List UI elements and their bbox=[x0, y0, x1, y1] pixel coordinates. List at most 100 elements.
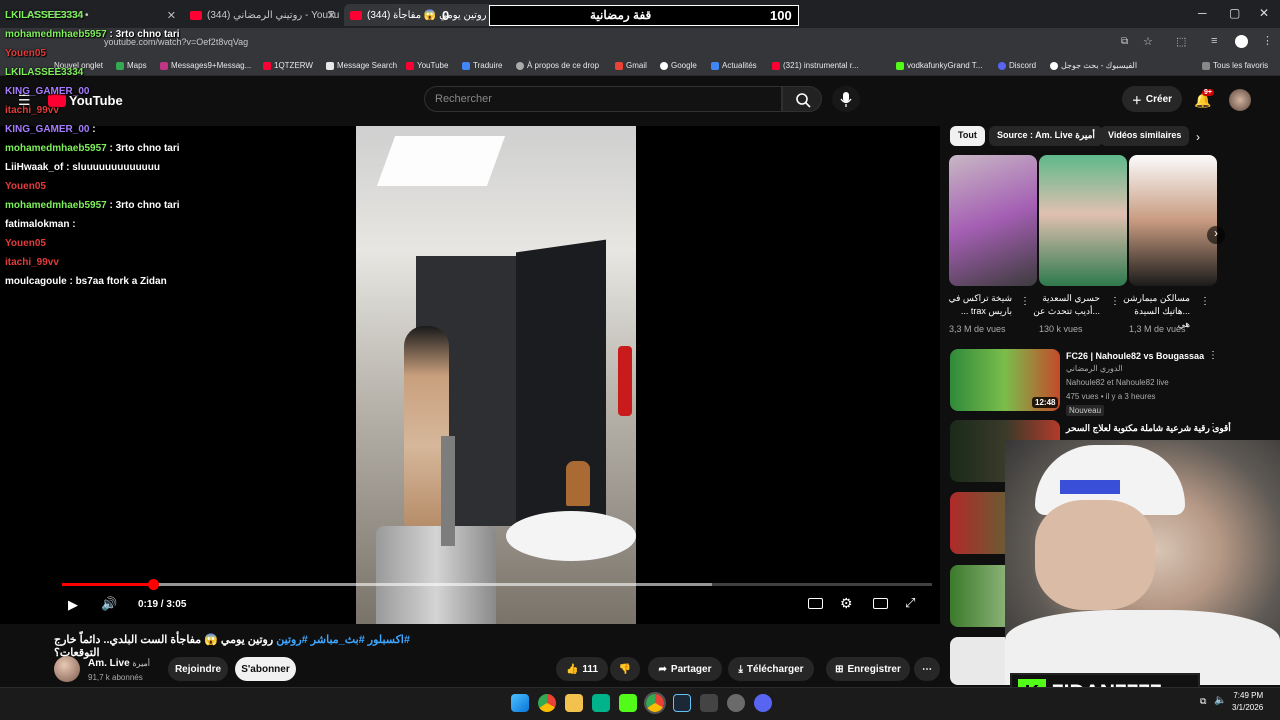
minimize-icon[interactable]: ─ bbox=[1198, 6, 1207, 20]
close-tab-icon[interactable]: ✕ bbox=[167, 9, 176, 22]
chips-next-chevron-icon[interactable]: › bbox=[1196, 130, 1200, 144]
app-icon[interactable] bbox=[592, 694, 610, 712]
short-thumbnail[interactable] bbox=[949, 155, 1037, 286]
all-bookmarks[interactable]: Tous les favoris bbox=[1202, 61, 1268, 70]
bookmark-item[interactable]: Traduire bbox=[462, 61, 503, 70]
chrome-icon[interactable] bbox=[538, 694, 556, 712]
file-explorer-icon[interactable] bbox=[565, 694, 583, 712]
related-menu-icon[interactable]: ⋮ bbox=[1208, 422, 1218, 433]
short-title[interactable]: شيخة تراكس في باريس trax ... bbox=[942, 292, 1012, 318]
start-windows-icon[interactable] bbox=[511, 694, 529, 712]
chat-username: LiiHwaak_of bbox=[5, 162, 64, 173]
related-channel[interactable]: الدوري الرمضاني bbox=[1066, 364, 1123, 373]
speaker-icon[interactable]: 🔈 bbox=[1214, 695, 1226, 706]
account-avatar[interactable] bbox=[1229, 89, 1251, 111]
bookmark-item[interactable]: YouTube bbox=[406, 61, 448, 70]
bookmark-star-icon[interactable]: ☆ bbox=[1143, 35, 1153, 48]
bookmark-item[interactable]: 1QTZERW bbox=[263, 61, 313, 70]
settings-app-icon[interactable] bbox=[727, 694, 745, 712]
short-thumbnail[interactable] bbox=[1039, 155, 1127, 286]
bookmark-item[interactable]: (321) instrumental r... bbox=[772, 61, 859, 70]
cap-band bbox=[1060, 480, 1120, 494]
bookmark-item[interactable]: Message Search bbox=[326, 61, 397, 70]
time-display: 0:19 / 3:05 bbox=[138, 599, 187, 610]
related-title[interactable]: FC26 | Nahoule82 vs Bougassaa bbox=[1066, 351, 1204, 361]
browser-tab-active[interactable]: (344) روتين يومي 😱 مفاجأة bbox=[344, 4, 494, 26]
chip-similar[interactable]: Vidéos similaires bbox=[1100, 126, 1190, 146]
face bbox=[1035, 500, 1155, 610]
discord-icon[interactable] bbox=[754, 694, 772, 712]
bookmark-item[interactable]: Discord bbox=[998, 61, 1036, 70]
more-actions-button[interactable]: ⋯ bbox=[914, 657, 940, 681]
taskbar-clock[interactable]: 7:49 PM 3/1/2026 bbox=[1232, 690, 1263, 714]
chat-message: Youen05 bbox=[5, 238, 46, 249]
share-button[interactable]: ➦ Partager bbox=[648, 657, 722, 681]
download-button[interactable]: ⤓ Télécharger bbox=[728, 657, 814, 681]
close-window-icon[interactable]: ✕ bbox=[1259, 6, 1269, 20]
fullscreen-icon[interactable]: ⤢ bbox=[905, 595, 915, 611]
related-title[interactable]: أقوى رقية شرعية شاملة مكتوبة لعلاج السحر bbox=[1066, 423, 1231, 434]
video-hashtags[interactable]: #اكسبلور #بث_مباشر #روتين bbox=[276, 634, 410, 646]
channel-avatar[interactable] bbox=[54, 656, 80, 682]
voice-search-button[interactable] bbox=[832, 86, 860, 112]
join-button[interactable]: Rejoindre bbox=[168, 657, 228, 681]
chat-username: mohamedmhaeb5957 bbox=[5, 200, 107, 211]
search-button[interactable] bbox=[782, 86, 822, 112]
channel-name[interactable]: Am. Live أميرة bbox=[88, 658, 150, 669]
chip-source[interactable]: Source : Am. Live أميرة bbox=[989, 126, 1103, 146]
chrome-active-icon[interactable] bbox=[644, 692, 666, 714]
bookmark-item[interactable]: Messages9+Messag... bbox=[160, 61, 251, 70]
play-icon[interactable]: ▶ bbox=[68, 597, 78, 613]
maximize-icon[interactable]: ▢ bbox=[1229, 6, 1240, 20]
extensions-icon[interactable]: ⬚ bbox=[1176, 35, 1186, 48]
steam-icon[interactable] bbox=[673, 694, 691, 712]
shorts-next-arrow-icon[interactable]: › bbox=[1207, 226, 1225, 244]
chip-all[interactable]: Tout bbox=[950, 126, 985, 146]
microphone-icon bbox=[840, 92, 852, 107]
related-meta: Nahoule82 et Nahoule82 live bbox=[1066, 378, 1169, 387]
bookmark-item[interactable]: الفيسبوك - بحث جوجل bbox=[1050, 61, 1137, 70]
create-button[interactable]: ＋ Créer bbox=[1122, 86, 1182, 112]
network-icon[interactable]: ⧉ bbox=[1200, 696, 1206, 707]
browser-tab[interactable]: (344) روتيني الرمضاني - YouTube ✕ bbox=[184, 4, 340, 26]
app-icon[interactable] bbox=[700, 694, 718, 712]
settings-gear-icon[interactable]: ⚙ bbox=[840, 595, 853, 612]
bookmark-item[interactable]: Gmail bbox=[615, 61, 647, 70]
save-button[interactable]: ⊞ Enregistrer bbox=[826, 657, 910, 681]
menu-lines-icon[interactable]: ≡ bbox=[1211, 35, 1217, 47]
profile-icon[interactable] bbox=[1235, 35, 1248, 48]
short-views: 1,3 M de vues bbox=[1129, 324, 1186, 334]
volume-icon[interactable]: 🔊 bbox=[101, 596, 117, 612]
short-menu-icon[interactable]: ⋮ bbox=[1200, 296, 1210, 307]
chat-message: itachi_99vv bbox=[5, 257, 59, 268]
overlay-left-number: 0 bbox=[442, 8, 450, 23]
save-playlist-icon: ⊞ bbox=[835, 663, 844, 675]
captions-icon[interactable] bbox=[808, 598, 823, 609]
bookmark-item[interactable]: À propos de ce drop bbox=[516, 61, 599, 70]
search-input[interactable]: Rechercher bbox=[424, 86, 782, 112]
open-door bbox=[516, 239, 606, 543]
dislike-button[interactable]: 👎 bbox=[610, 657, 640, 681]
close-tab-icon[interactable]: ✕ bbox=[327, 9, 336, 22]
short-menu-icon[interactable]: ⋮ bbox=[1020, 296, 1030, 307]
short-title[interactable]: حسري السعدية ...أديب تتحدث عن bbox=[1030, 292, 1100, 318]
metal-pot bbox=[376, 526, 496, 624]
short-thumbnail[interactable] bbox=[1129, 155, 1217, 286]
related-menu-icon[interactable]: ⋮ bbox=[1208, 350, 1218, 361]
theater-mode-icon[interactable] bbox=[873, 598, 888, 609]
bookmark-item[interactable]: Google bbox=[660, 61, 697, 70]
video-frame[interactable] bbox=[356, 126, 636, 624]
bookmark-item[interactable]: vodkafunkyGrand T... bbox=[896, 61, 982, 70]
share-arrow-icon: ➦ bbox=[658, 663, 667, 675]
kick-app-icon[interactable] bbox=[619, 694, 637, 712]
subscribe-button[interactable]: S'abonner bbox=[235, 657, 296, 681]
cast-icon[interactable]: ⧉ bbox=[1121, 36, 1128, 47]
chat-text: : bs7aa ftork a Zidan bbox=[69, 276, 167, 287]
new-badge: Nouveau bbox=[1066, 405, 1105, 416]
bookmark-item[interactable]: Maps bbox=[116, 61, 147, 70]
like-button[interactable]: 👍 111 bbox=[556, 657, 608, 681]
bookmark-item[interactable]: Actualités bbox=[711, 61, 757, 70]
more-vert-icon[interactable]: ⋮ bbox=[1262, 34, 1273, 47]
short-menu-icon[interactable]: ⋮ bbox=[1110, 296, 1120, 307]
overlay-title: قفة رمضانية bbox=[590, 8, 652, 22]
